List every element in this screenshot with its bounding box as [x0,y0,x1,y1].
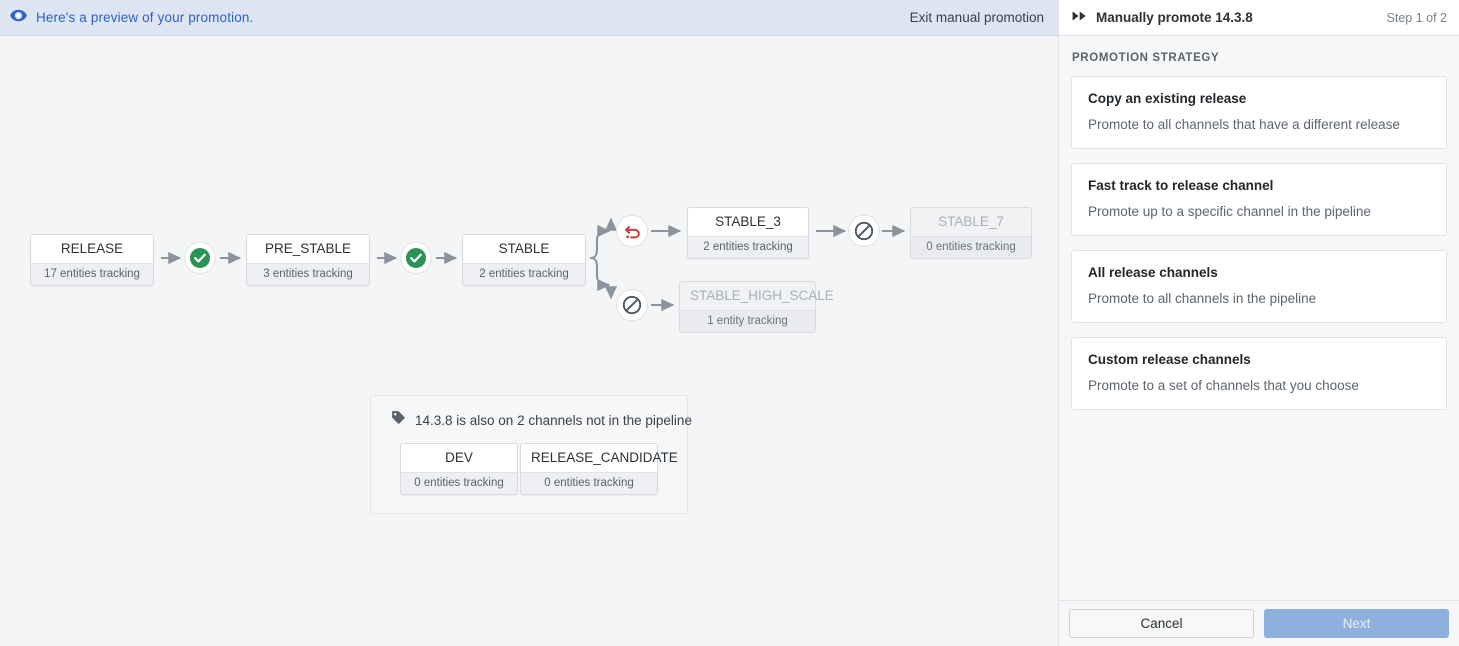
promotion-wizard-panel: Manually promote 14.3.8 Step 1 of 2 PROM… [1059,0,1459,646]
strategy-option-copy-existing-release[interactable]: Copy an existing release Promote to all … [1071,76,1447,149]
option-description: Promote up to a specific channel in the … [1088,204,1371,219]
node-entity-count: 0 entities tracking [521,472,657,494]
status-icon-blocked-2[interactable] [848,215,880,247]
pipeline-node-stable-3[interactable]: STABLE_3 2 entities tracking [687,207,809,259]
strategy-option-all-release-channels[interactable]: All release channels Promote to all chan… [1071,250,1447,323]
promotion-strategy-label: PROMOTION STRATEGY [1072,52,1220,64]
node-entity-count: 0 entities tracking [401,472,517,494]
rollback-icon [624,225,640,238]
status-icon-blocked-1[interactable] [616,289,648,321]
panel-title: Manually promote 14.3.8 [1096,10,1253,25]
off-pipeline-node-dev[interactable]: DEV 0 entities tracking [400,443,518,495]
check-circle-icon [406,248,426,268]
off-pipeline-heading: 14.3.8 is also on 2 channels not in the … [415,412,692,428]
pipeline-node-stable[interactable]: STABLE 2 entities tracking [462,234,586,286]
off-pipeline-heading-row: 14.3.8 is also on 2 channels not in the … [389,410,692,430]
strategy-option-custom-release-channels[interactable]: Custom release channels Promote to a set… [1071,337,1447,410]
pipeline-node-release[interactable]: RELEASE 17 entities tracking [30,234,154,286]
option-description: Promote to all channels in the pipeline [1088,291,1317,306]
banner-message-group: Here's a preview of your promotion. [10,9,910,27]
blocked-icon [622,295,642,315]
node-title: RELEASE [60,241,124,256]
node-entity-count: 3 entities tracking [247,263,369,285]
node-title: STABLE_7 [938,214,1004,229]
option-title: Custom release channels [1088,352,1251,367]
node-title: STABLE [498,241,550,256]
status-icon-check-2[interactable] [400,242,432,274]
panel-title-group: Manually promote 14.3.8 [1072,9,1387,27]
preview-banner: Here's a preview of your promotion. Exit… [0,0,1058,36]
status-icon-check-1[interactable] [184,242,216,274]
panel-step-indicator: Step 1 of 2 [1386,10,1447,25]
cancel-button[interactable]: Cancel [1069,609,1254,638]
pipeline-node-stable-high-scale[interactable]: STABLE_HIGH_SCALE 1 entity tracking [679,281,834,333]
pipeline-canvas: RELEASE 17 entities tracking PRE_STABLE … [0,36,1058,646]
pipeline-preview-pane: Here's a preview of your promotion. Exit… [0,0,1059,646]
option-description: Promote to a set of channels that you ch… [1088,378,1359,393]
pipeline-connectors [161,217,906,312]
node-entity-count: 0 entities tracking [911,236,1031,258]
off-pipeline-node-list: DEV 0 entities tracking RELEASE_CANDIDAT… [389,443,678,495]
tag-icon [391,410,406,430]
blocked-icon [854,221,874,241]
option-description: Promote to all channels that have a diff… [1088,117,1400,132]
node-entity-count: 2 entities tracking [688,236,808,258]
status-icon-rollback[interactable] [616,215,648,247]
fast-forward-icon [1072,9,1087,27]
panel-body: PROMOTION STRATEGY Copy an existing rele… [1059,36,1459,600]
pipeline-node-pre-stable[interactable]: PRE_STABLE 3 entities tracking [246,234,370,286]
node-entity-count: 17 entities tracking [31,263,153,285]
strategy-option-fast-track[interactable]: Fast track to release channel Promote up… [1071,163,1447,236]
node-title: STABLE_3 [715,214,781,229]
node-title: STABLE_HIGH_SCALE [690,288,834,303]
pipeline-node-stable-7[interactable]: STABLE_7 0 entities tracking [910,207,1032,259]
check-circle-icon [190,248,210,268]
node-title: PRE_STABLE [264,241,352,256]
node-entity-count: 1 entity tracking [680,310,815,332]
banner-message: Here's a preview of your promotion. [36,10,254,25]
panel-footer: Cancel Next [1059,600,1459,646]
promotion-preview-screen: Here's a preview of your promotion. Exit… [0,0,1459,646]
off-pipeline-node-release-candidate[interactable]: RELEASE_CANDIDATE 0 entities tracking [520,443,678,495]
option-title: Copy an existing release [1088,91,1247,106]
next-button[interactable]: Next [1264,609,1449,638]
node-entity-count: 2 entities tracking [463,263,585,285]
panel-header: Manually promote 14.3.8 Step 1 of 2 [1059,0,1459,36]
node-title: DEV [445,450,473,465]
exit-manual-promotion-link[interactable]: Exit manual promotion [910,10,1044,25]
option-title: Fast track to release channel [1088,178,1274,193]
eye-icon [10,9,27,27]
node-title: RELEASE_CANDIDATE [531,450,678,465]
off-pipeline-channels-card: 14.3.8 is also on 2 channels not in the … [370,395,692,514]
option-title: All release channels [1088,265,1218,280]
